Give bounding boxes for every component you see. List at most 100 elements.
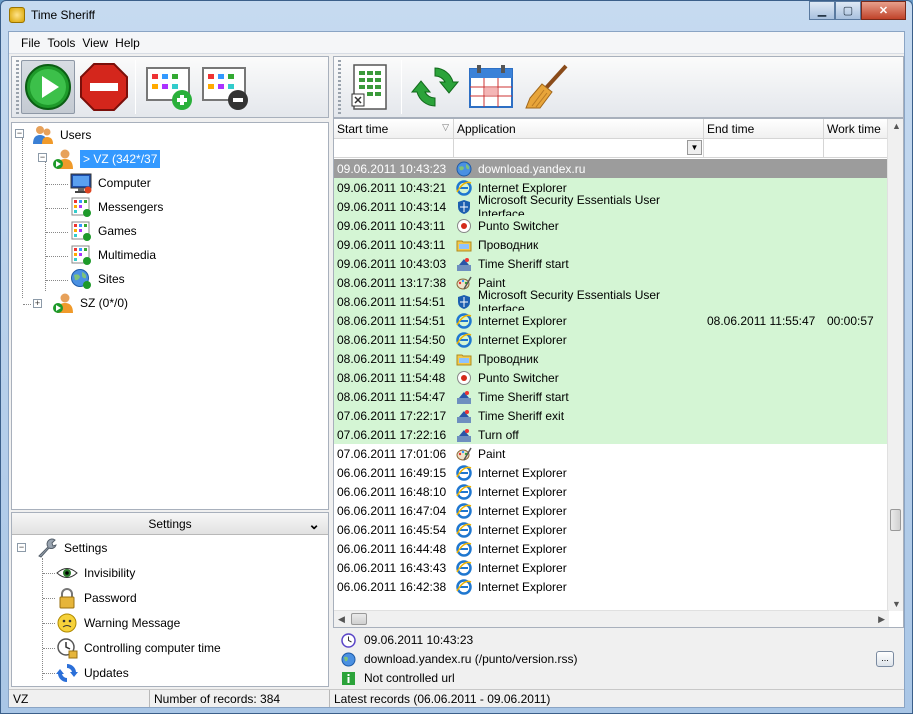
cell-application-label: Punto Switcher: [478, 218, 559, 233]
tree-node-users[interactable]: Users: [32, 124, 91, 146]
filter-start-time[interactable]: [334, 139, 454, 157]
table-row[interactable]: 06.06.2011 16:45:54 Internet Explorer: [334, 520, 889, 539]
table-row[interactable]: 07.06.2011 17:01:06 Paint: [334, 444, 889, 463]
filter-end-time[interactable]: [704, 139, 824, 157]
tree-label-sites: Sites: [98, 272, 125, 286]
table-row[interactable]: 08.06.2011 11:54:49 Проводник: [334, 349, 889, 368]
setting-warning-message[interactable]: Warning Message: [56, 612, 180, 634]
table-row[interactable]: 07.06.2011 17:22:16 Turn off: [334, 425, 889, 444]
close-button[interactable]: ✕: [861, 1, 906, 20]
tree-node-computer[interactable]: Computer: [70, 172, 151, 194]
settings-root[interactable]: Settings: [36, 537, 107, 559]
tree-expand-sz[interactable]: +: [33, 299, 42, 308]
settings-header[interactable]: Settings ⌄: [12, 513, 328, 535]
cell-start-time: 07.06.2011 17:22:16: [337, 427, 447, 442]
tree-collapse-vz[interactable]: −: [38, 153, 47, 162]
ie-icon: [456, 521, 472, 538]
tree-node-messengers[interactable]: Messengers: [70, 196, 163, 218]
column-header-application[interactable]: Application: [454, 119, 704, 138]
table-row[interactable]: 06.06.2011 16:43:43 Internet Explorer: [334, 558, 889, 577]
setting-password-label: Password: [84, 591, 137, 605]
column-header-end-time[interactable]: End time: [704, 119, 824, 138]
calendar-button[interactable]: [464, 60, 518, 114]
detail-status-row: Not controlled url: [341, 669, 455, 687]
setting-updates[interactable]: Updates: [56, 662, 129, 684]
stop-button[interactable]: [77, 60, 131, 114]
table-row[interactable]: 09.06.2011 10:43:03 Time Sheriff start: [334, 254, 889, 273]
table-row[interactable]: 06.06.2011 16:48:10 Internet Explorer: [334, 482, 889, 501]
tree-collapse-users[interactable]: −: [15, 129, 24, 138]
filter-application[interactable]: ▼: [454, 139, 704, 157]
export-excel-icon: [351, 64, 387, 110]
setting-controlling-time[interactable]: Controlling computer time: [56, 637, 221, 659]
menu-file[interactable]: File: [21, 36, 40, 50]
grid-header: Start time ▽ Application End time Work ti…: [334, 119, 903, 139]
scroll-left-arrow-icon[interactable]: ◀: [338, 614, 345, 625]
lock-icon: [56, 587, 78, 609]
table-row[interactable]: 09.06.2011 10:43:14 Microsoft Security Es…: [334, 193, 889, 221]
maximize-button[interactable]: ▢: [835, 1, 861, 20]
scroll-down-arrow-icon[interactable]: ▼: [892, 599, 901, 609]
clear-button[interactable]: [520, 60, 574, 114]
table-row[interactable]: 08.06.2011 11:54:50 Internet Explorer: [334, 330, 889, 349]
export-excel-button[interactable]: [343, 60, 397, 114]
folder-icon: [456, 237, 472, 253]
table-row[interactable]: 08.06.2011 11:54:47 Time Sheriff start: [334, 387, 889, 406]
column-label: Work time: [827, 122, 881, 136]
horizontal-scroll-thumb[interactable]: [351, 613, 367, 625]
title-bar[interactable]: Time Sheriff ▁ ▢ ✕: [1, 1, 912, 29]
setting-invisibility[interactable]: Invisibility: [56, 562, 135, 584]
menu-bar: File Tools View Help: [9, 32, 904, 54]
column-header-work-time[interactable]: Work time: [824, 119, 889, 138]
remove-group-button[interactable]: [198, 60, 252, 114]
tree-node-sites[interactable]: Sites: [70, 268, 125, 290]
table-row[interactable]: 07.06.2011 17:22:17 Time Sheriff exit: [334, 406, 889, 425]
table-row[interactable]: 09.06.2011 10:43:23 download.yandex.ru: [334, 159, 889, 178]
toolbar-grip[interactable]: [16, 60, 19, 114]
start-button[interactable]: [21, 60, 75, 114]
scroll-up-arrow-icon[interactable]: ▲: [892, 121, 901, 131]
record-details: 09.06.2011 10:43:23 download.yandex.ru (…: [333, 629, 904, 687]
cell-application-label: Turn off: [478, 427, 519, 442]
table-row[interactable]: 06.06.2011 16:49:15 Internet Explorer: [334, 463, 889, 482]
tree-node-multimedia[interactable]: Multimedia: [70, 244, 156, 266]
add-group-button[interactable]: [142, 60, 196, 114]
toolbar-grip[interactable]: [338, 60, 341, 114]
vertical-scrollbar[interactable]: ▲ ▼: [887, 119, 903, 611]
settings-panel: Settings ⌄ − Settings Invisibility Passw…: [11, 512, 329, 687]
dropdown-arrow-icon[interactable]: ▼: [687, 140, 702, 155]
cell-start-time: 07.06.2011 17:22:17: [337, 408, 447, 423]
cell-work-time: 00:00:57: [827, 313, 874, 328]
menu-help[interactable]: Help: [115, 36, 140, 50]
table-row[interactable]: 09.06.2011 10:43:11 Проводник: [334, 235, 889, 254]
table-row[interactable]: 08.06.2011 11:54:51 Internet Explorer 08.0…: [334, 311, 889, 330]
table-row[interactable]: 08.06.2011 11:54:51 Microsoft Security Es…: [334, 288, 889, 316]
table-row[interactable]: 06.06.2011 16:47:04 Internet Explorer: [334, 501, 889, 520]
filter-work-time[interactable]: [824, 139, 889, 157]
menu-tools[interactable]: Tools: [47, 36, 75, 50]
table-row[interactable]: 09.06.2011 10:43:11 Punto Switcher: [334, 216, 889, 235]
column-header-start-time[interactable]: Start time ▽: [334, 119, 454, 138]
tree-node-games[interactable]: Games: [70, 220, 137, 242]
table-row[interactable]: 06.06.2011 16:42:38 Internet Explorer: [334, 577, 889, 596]
setting-password[interactable]: Password: [56, 587, 137, 609]
table-row[interactable]: 06.06.2011 16:44:48 Internet Explorer: [334, 539, 889, 558]
table-row[interactable]: 08.06.2011 11:54:48 Punto Switcher: [334, 368, 889, 387]
cell-application-label: Internet Explorer: [478, 313, 567, 328]
cell-start-time: 08.06.2011 11:54:47: [337, 389, 446, 404]
more-details-button[interactable]: ...: [876, 651, 894, 667]
minimize-button[interactable]: ▁: [809, 1, 835, 20]
tree-connector: [46, 256, 68, 257]
settings-collapse[interactable]: −: [17, 543, 26, 552]
window-title: Time Sheriff: [31, 8, 96, 22]
cell-application: Internet Explorer: [454, 559, 704, 576]
vertical-scroll-thumb[interactable]: [890, 509, 901, 531]
refresh-button[interactable]: [408, 60, 462, 114]
chevron-down-icon[interactable]: ⌄: [308, 516, 320, 533]
scroll-right-arrow-icon[interactable]: ▶: [878, 614, 885, 625]
menu-view[interactable]: View: [82, 36, 108, 50]
horizontal-scrollbar[interactable]: ◀ ▶: [334, 610, 889, 627]
tree-node-user-vz[interactable]: > VZ (342*/37: [52, 148, 161, 170]
cell-application: Проводник: [454, 351, 704, 367]
tree-node-user-sz[interactable]: SZ (0*/0): [52, 292, 128, 314]
